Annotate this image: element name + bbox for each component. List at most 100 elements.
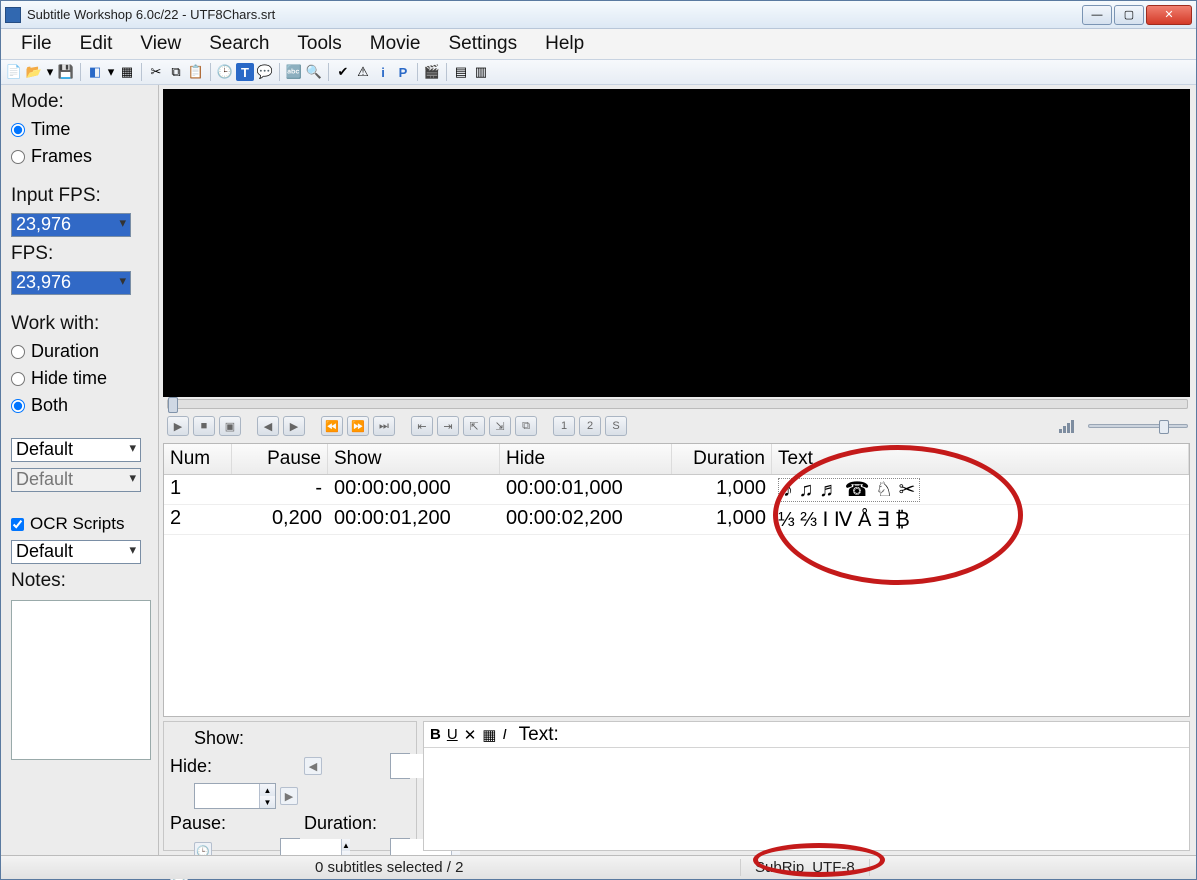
seek-thumb[interactable] (168, 397, 178, 413)
clear-icon[interactable]: ✕ (464, 726, 477, 744)
menu-search[interactable]: Search (195, 31, 283, 57)
toolbar-sep (210, 63, 211, 81)
doc2-icon[interactable]: ▥ (472, 63, 490, 81)
play-button[interactable]: ▶ (167, 416, 189, 436)
mode-time-label: Time (31, 119, 70, 140)
minimize-button[interactable]: — (1082, 5, 1112, 25)
dropdown-icon[interactable]: ▾ (45, 63, 55, 81)
mark1-button[interactable]: ⇤ (411, 416, 433, 436)
table-row[interactable]: 1 - 00:00:00,000 00:00:01,000 1,000 ♪ ♫ … (164, 475, 1189, 505)
col-hide[interactable]: Hide (500, 444, 672, 474)
next-sub-icon[interactable]: ▶ (280, 787, 298, 805)
mark3-button[interactable]: ⇱ (463, 416, 485, 436)
fps-combo[interactable]: 23,976 (11, 271, 131, 295)
save-icon[interactable]: 💾 (57, 63, 75, 81)
sync1-button[interactable]: 1 (553, 416, 575, 436)
cut-icon[interactable]: ✂ (147, 63, 165, 81)
syncS-button[interactable]: S (605, 416, 627, 436)
work-hide-label: Hide time (31, 368, 107, 389)
paste-icon[interactable]: 📋 (187, 63, 205, 81)
hide-input[interactable]: ▲▼ (194, 783, 276, 809)
col-pause[interactable]: Pause (232, 444, 328, 474)
new-icon[interactable]: 📄 (5, 63, 23, 81)
col-show[interactable]: Show (328, 444, 500, 474)
menu-view[interactable]: View (126, 31, 195, 57)
text-area[interactable] (424, 748, 1189, 850)
stop-button[interactable]: ■ (193, 416, 215, 436)
menubar: File Edit View Search Tools Movie Settin… (1, 29, 1196, 59)
close-button[interactable]: ✕ (1146, 5, 1192, 25)
work-duration-radio[interactable] (11, 345, 25, 359)
volume-thumb[interactable] (1159, 420, 1169, 434)
ocr-combo[interactable]: Default (11, 540, 141, 564)
dropdown2-icon[interactable]: ▾ (106, 63, 116, 81)
menu-help[interactable]: Help (531, 31, 598, 57)
menu-edit[interactable]: Edit (66, 31, 127, 57)
notes-area[interactable] (11, 600, 151, 760)
toolbar: 📄 📂 ▾ 💾 ◧ ▾ ▦ ✂ ⧉ 📋 🕒 T 💬 🔤 🔍 ✔ ⚠ i P 🎬 … (1, 59, 1196, 85)
maximize-button[interactable]: ▢ (1114, 5, 1144, 25)
toolbar-sep (328, 63, 329, 81)
step-button[interactable]: ▣ (219, 416, 241, 436)
translate-icon[interactable]: 🔤 (285, 63, 303, 81)
p-icon[interactable]: P (394, 63, 412, 81)
text-icon[interactable]: T (236, 63, 254, 81)
mark2-button[interactable]: ⇥ (437, 416, 459, 436)
fps-label: FPS: (11, 243, 152, 265)
ff-button[interactable]: ⏩ (347, 416, 369, 436)
seekbar[interactable] (167, 399, 1188, 409)
show-input[interactable]: ▲▼ (390, 753, 410, 779)
clock-icon[interactable]: 🕒 (216, 63, 234, 81)
mark4-button[interactable]: ⇲ (489, 416, 511, 436)
sync2-button[interactable]: 2 (579, 416, 601, 436)
next-button[interactable]: ▶ (283, 416, 305, 436)
ff2-button[interactable]: ⏭ (373, 416, 395, 436)
ocr-check[interactable] (11, 518, 24, 531)
menu-file[interactable]: File (7, 31, 66, 57)
col-dur[interactable]: Duration (672, 444, 772, 474)
charset-combo[interactable]: Default (11, 438, 141, 462)
rew-button[interactable]: ⏪ (321, 416, 343, 436)
input-fps-combo[interactable]: 23,976 (11, 213, 131, 237)
color-icon[interactable]: ▦ (482, 726, 496, 744)
cell-show: 00:00:01,200 (328, 505, 500, 534)
work-hide-radio[interactable] (11, 372, 25, 386)
doc1-icon[interactable]: ▤ (452, 63, 470, 81)
work-both-radio[interactable] (11, 399, 25, 413)
work-both-label: Both (31, 395, 68, 416)
editor-panel: Show: Hide: ◀ ▲▼ ▲▼ ▶ Pause: Duration: 🕒 (163, 721, 1190, 851)
mode-frames-radio[interactable] (11, 150, 25, 164)
film-icon[interactable]: 🎬 (423, 63, 441, 81)
underline-icon[interactable]: U (447, 726, 458, 743)
menu-movie[interactable]: Movie (356, 31, 435, 57)
open-icon[interactable]: 📂 (25, 63, 43, 81)
search-icon[interactable]: 🔍 (305, 63, 323, 81)
italic-icon[interactable]: I (502, 726, 506, 743)
menu-settings[interactable]: Settings (434, 31, 531, 57)
prev-sub-icon[interactable]: ◀ (304, 757, 322, 775)
copy-icon[interactable]: ⧉ (167, 63, 185, 81)
ocr-label: OCR Scripts (30, 514, 124, 534)
time-editor: Show: Hide: ◀ ▲▼ ▲▼ ▶ Pause: Duration: 🕒 (163, 721, 417, 851)
bold-icon[interactable]: B (430, 726, 441, 743)
chat-icon[interactable]: 💬 (256, 63, 274, 81)
info-icon[interactable]: i (374, 63, 392, 81)
table-row[interactable]: 2 0,200 00:00:01,200 00:00:02,200 1,000 … (164, 505, 1189, 535)
video-preview (163, 89, 1190, 397)
col-num[interactable]: Num (164, 444, 232, 474)
mode-time-radio[interactable] (11, 123, 25, 137)
volume-slider[interactable] (1088, 424, 1188, 428)
spellcheck-icon[interactable]: ✔ (334, 63, 352, 81)
col-text[interactable]: Text (772, 444, 1189, 474)
menu-tools[interactable]: Tools (283, 31, 355, 57)
charset2-combo[interactable]: Default (11, 468, 141, 492)
subtitle-grid[interactable]: Num Pause Show Hide Duration Text 1 - 00… (163, 443, 1190, 717)
save3-icon[interactable]: ▦ (118, 63, 136, 81)
input-fps-label: Input FPS: (11, 185, 152, 207)
toolbar-sep (279, 63, 280, 81)
mark5-button[interactable]: ⧉ (515, 416, 537, 436)
warning-icon[interactable]: ⚠ (354, 63, 372, 81)
hide-label: Hide: (170, 756, 276, 777)
prev-button[interactable]: ◀ (257, 416, 279, 436)
save2-icon[interactable]: ◧ (86, 63, 104, 81)
